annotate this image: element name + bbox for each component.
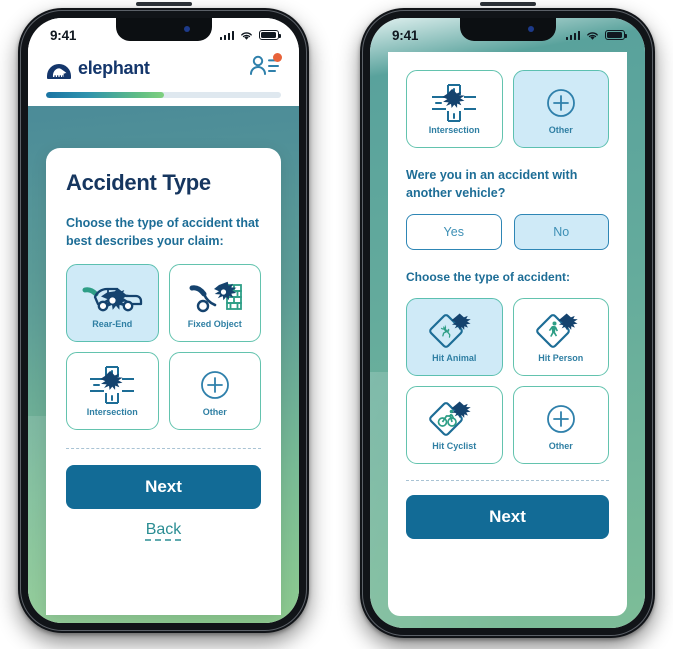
accident-detail-card: Intersection Other Were you in an accide… [388, 52, 627, 616]
bicycle-crossing-sign-impact-icon [429, 399, 479, 439]
cellular-bars-icon [565, 30, 580, 40]
accident-type-tile-grid: Rear-End Fixed Object Intersection Other [66, 264, 261, 431]
phone-mockup-left: 9:41 elephant Accident Type Choose the t… [18, 2, 309, 633]
next-button[interactable]: Next [66, 465, 261, 510]
tile-hit-animal[interactable]: Hit Animal [406, 298, 503, 377]
tile-intersection[interactable]: Intersection [66, 352, 159, 431]
page-subtitle: Choose the type of accident that best de… [66, 216, 260, 249]
plus-circle-icon [546, 83, 576, 123]
next-button[interactable]: Next [406, 495, 609, 540]
cellular-bars-icon [219, 30, 234, 40]
tile-label: Hit Cyclist [432, 441, 477, 452]
battery-icon [605, 30, 628, 40]
battery-icon [259, 30, 282, 40]
progress-bar [46, 92, 281, 98]
tile-label: Intersection [86, 407, 138, 418]
phone-screen-left: 9:41 elephant Accident Type Choose the t… [28, 18, 299, 623]
tile-hit-cyclist[interactable]: Hit Cyclist [406, 386, 503, 465]
tile-intersection[interactable]: Intersection [406, 70, 503, 148]
section-divider [66, 448, 261, 450]
accident-type-card: Accident Type Choose the type of acciden… [46, 148, 281, 615]
tile-label: Other [548, 125, 573, 135]
intersection-impact-icon [86, 365, 138, 405]
wifi-icon [587, 31, 598, 40]
tile-label: Other [202, 407, 227, 418]
car-fixed-object-impact-icon [186, 277, 244, 317]
status-bar-time: 9:41 [50, 27, 77, 43]
tile-label: Intersection [428, 125, 480, 135]
brand-name: elephant [78, 58, 150, 78]
tile-label: Rear-End [92, 319, 133, 330]
plus-circle-icon [546, 399, 576, 439]
yes-no-group: Yes No [406, 214, 609, 251]
status-bar-time: 9:41 [392, 27, 419, 43]
tile-label: Hit Animal [432, 353, 477, 364]
tile-hit-person[interactable]: Hit Person [512, 298, 609, 377]
phone-speaker [479, 2, 536, 6]
accident-type-tile-grid: Hit Animal Hit Person Hit Cyclist Other [406, 298, 609, 465]
top-tile-grid: Intersection Other [406, 70, 609, 148]
section-divider [406, 480, 609, 482]
page-title: Accident Type [66, 170, 211, 195]
plus-circle-icon [200, 365, 230, 405]
answer-yes-button[interactable]: Yes [406, 214, 502, 251]
notification-dot [273, 53, 282, 62]
phone-speaker [135, 2, 192, 6]
car-rear-end-impact-icon [81, 277, 143, 317]
tile-other[interactable]: Other [512, 70, 609, 148]
phone-notch [459, 18, 556, 41]
deer-crossing-sign-impact-icon [429, 311, 479, 351]
answer-no-button[interactable]: No [513, 214, 609, 251]
back-link[interactable]: Back [66, 521, 261, 539]
brand-logo[interactable]: elephant [46, 58, 150, 80]
accident-type-section-label: Choose the type of accident: [406, 270, 571, 285]
phone-notch [115, 18, 212, 41]
front-camera-icon [183, 26, 190, 32]
screenshot-stage: 9:41 elephant Accident Type Choose the t… [0, 0, 673, 649]
vehicle-question-label: Were you in an accident with another veh… [406, 168, 578, 201]
phone-mockup-right: 9:41 Intersection Other Were you in an a… [360, 2, 655, 638]
front-camera-icon [527, 26, 534, 32]
wifi-icon [241, 31, 252, 40]
progress-bar-fill [46, 92, 164, 98]
account-list-icon[interactable] [249, 53, 282, 83]
tile-fixed-object[interactable]: Fixed Object [168, 264, 261, 343]
tile-rear-end[interactable]: Rear-End [66, 264, 159, 343]
tile-label: Fixed Object [187, 319, 242, 330]
tile-other[interactable]: Other [168, 352, 261, 431]
phone-screen-right: 9:41 Intersection Other Were you in an a… [370, 18, 645, 628]
tile-label: Hit Person [538, 353, 584, 364]
intersection-impact-icon [428, 83, 480, 123]
pedestrian-crossing-sign-impact-icon [535, 311, 586, 351]
elephant-logo-icon [47, 63, 71, 79]
tile-label: Other [548, 441, 573, 452]
tile-other[interactable]: Other [512, 386, 609, 465]
